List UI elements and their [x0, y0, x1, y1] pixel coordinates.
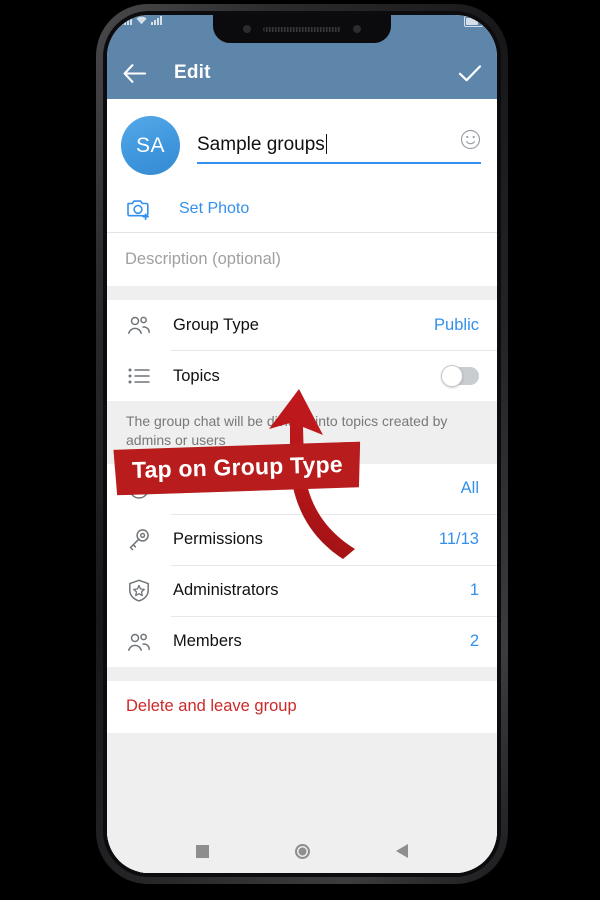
row-administrators-label: Administrators [173, 581, 279, 600]
section-gap [107, 286, 497, 300]
home-circle-icon[interactable] [295, 843, 310, 859]
text-caret [325, 134, 327, 154]
row-group-type[interactable]: Group Type Public [107, 300, 497, 350]
back-triangle-icon[interactable] [396, 844, 408, 858]
phone-screen: Edit SA Sample groups Set Photo Descript… [107, 15, 497, 873]
group-name-field-wrap: Sample groups [197, 115, 481, 164]
description-input[interactable]: Description (optional) [125, 250, 281, 269]
danger-card: Delete and leave group [107, 680, 497, 733]
camera-add-icon [125, 197, 151, 220]
description-row[interactable]: Description (optional) [107, 233, 497, 286]
row-topics[interactable]: Topics [107, 351, 497, 401]
earpiece-speaker [263, 26, 341, 32]
shield-star-icon [126, 579, 152, 602]
battery-icon [464, 16, 485, 27]
row-delete-leave-group[interactable]: Delete and leave group [107, 680, 497, 733]
recents-square-icon[interactable] [196, 844, 209, 858]
smiley-icon[interactable] [460, 129, 481, 155]
row-group-type-value: Public [434, 315, 479, 334]
group-name-input-line[interactable]: Sample groups [197, 129, 481, 164]
row-chat-history-value: All [460, 479, 479, 498]
row-members[interactable]: Members 2 [107, 616, 497, 667]
annotation-banner-text: Tap on Group Type [113, 442, 361, 496]
row-members-label: Members [173, 632, 242, 651]
status-bar-right [464, 16, 485, 27]
key-icon [126, 528, 152, 551]
wifi-icon [136, 16, 147, 25]
people-icon [126, 632, 152, 652]
app-bar: Edit [107, 47, 497, 99]
toggle-knob [441, 365, 463, 387]
signal-icon [121, 16, 132, 25]
avatar[interactable]: SA [121, 116, 180, 175]
set-photo-row[interactable]: Set Photo [107, 185, 497, 232]
back-arrow-icon[interactable] [121, 60, 147, 86]
row-administrators-value: 1 [469, 581, 479, 600]
group-name-text: Sample groups [197, 134, 325, 155]
list-icon [126, 367, 152, 385]
profile-card: SA Sample groups Set Photo Description (… [107, 99, 497, 286]
delete-leave-group-label: Delete and leave group [126, 697, 297, 716]
row-permissions[interactable]: Permissions 11/13 [107, 514, 497, 565]
details-card: All Permissions 11/13 Administrators 1 M… [107, 463, 497, 667]
front-camera-icon [243, 25, 251, 33]
checkmark-icon[interactable] [457, 60, 483, 86]
row-permissions-label: Permissions [173, 530, 263, 549]
annotation-banner: Tap on Group Type [113, 442, 361, 496]
section-gap [107, 666, 497, 681]
group-name-input[interactable]: Sample groups [197, 134, 452, 156]
phone-notch [213, 15, 391, 43]
android-nav-bar [107, 829, 497, 873]
row-members-value: 2 [469, 632, 479, 651]
row-topics-label: Topics [173, 366, 220, 385]
group-settings-card: Group Type Public Topics [107, 300, 497, 401]
row-administrators[interactable]: Administrators 1 [107, 565, 497, 616]
page-title: Edit [174, 62, 211, 83]
set-photo-label: Set Photo [179, 199, 250, 217]
people-icon [126, 315, 152, 335]
topics-toggle[interactable] [441, 365, 479, 387]
row-permissions-value: 11/13 [438, 530, 479, 549]
row-group-type-label: Group Type [173, 315, 259, 334]
settings-content: SA Sample groups Set Photo Description (… [107, 99, 497, 873]
group-name-row: SA Sample groups [107, 99, 497, 185]
sensor-icon [353, 25, 361, 33]
sim-icon [151, 16, 162, 25]
status-bar-left [121, 16, 162, 25]
